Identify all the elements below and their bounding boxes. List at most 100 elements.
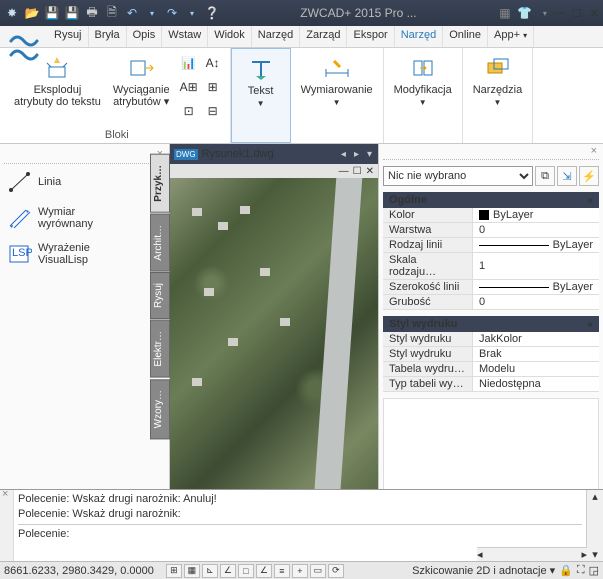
prop-warstwa[interactable]: Warstwa0 <box>383 223 599 238</box>
doc-menu-icon[interactable]: ▾ <box>365 149 374 160</box>
undo-icon[interactable]: ↶ <box>124 5 140 21</box>
props-btn-3[interactable]: ⚡ <box>579 166 599 186</box>
tab-opis[interactable]: Opis <box>127 26 163 47</box>
prop-styl-1[interactable]: Styl wydrukuJakKolor <box>383 332 599 347</box>
dimension-icon <box>321 54 353 82</box>
tab-ekspor[interactable]: Ekspor <box>347 26 394 47</box>
palette-item-linia[interactable]: Linia <box>4 164 165 200</box>
vtab-przyk[interactable]: Przyk… <box>150 154 170 213</box>
prop-tabela[interactable]: Tabela wydru…Modelu <box>383 362 599 377</box>
tab-widok[interactable]: Widok <box>208 26 252 47</box>
model-viewport[interactable] <box>170 178 378 529</box>
ribbon-tabs: Rysuj Bryła Opis Wstaw Widok Narzęd Zarz… <box>0 26 603 48</box>
maximize-button[interactable]: ☐ <box>572 7 582 20</box>
print-icon[interactable]: 🖶 <box>84 5 100 21</box>
palette-item-wymiar[interactable]: Wymiar wyrównany <box>4 200 165 236</box>
drawing-window: DWG Rysunek1.dwg ◂ ▸ ▾ — ☐ ✕ |◂ ◂ ▸ ▸| M… <box>170 144 378 547</box>
cycle-toggle[interactable]: ⟳ <box>328 564 344 578</box>
status-lock-icon[interactable]: 🔒 <box>559 564 573 577</box>
lisp-icon: LSP <box>8 242 32 266</box>
vtab-archit[interactable]: Archit… <box>150 214 170 272</box>
prop-typ-tabeli[interactable]: Typ tabeli wy…Niedostępna <box>383 377 599 392</box>
prop-grubosc[interactable]: Grubość0 <box>383 295 599 310</box>
props-close-icon[interactable]: × <box>591 145 597 157</box>
qdrop2-icon[interactable]: ▾ <box>184 5 200 21</box>
ribbon-panel-modyfikacja[interactable]: Modyfikacja▼ <box>384 48 463 143</box>
workspace-switcher[interactable]: Szkicowanie 2D i adnotacje ▾ <box>412 564 555 577</box>
command-line[interactable]: × Polecenie: Wskaż drugi narożnik: Anulu… <box>0 489 603 561</box>
save-icon[interactable]: 💾 <box>44 5 60 21</box>
sico-2[interactable]: A↕ <box>202 52 224 74</box>
doc-max-icon[interactable]: ☐ <box>353 166 362 177</box>
cmd-handle[interactable]: × <box>0 490 14 561</box>
selection-dropdown[interactable]: Nic nie wybrano <box>383 166 533 186</box>
status-expand-icon[interactable]: ⛶ <box>577 564 585 577</box>
ribbon-panel-narzedzia[interactable]: Narzędzia▼ <box>463 48 534 143</box>
doc-min-icon[interactable]: — <box>339 166 349 177</box>
palette-item-visuallisp[interactable]: LSP Wyrażenie VisualLisp <box>4 236 165 272</box>
ribbon-panel-tekst[interactable]: Tekst▼ <box>231 48 291 143</box>
tab-bryla[interactable]: Bryła <box>89 26 127 47</box>
dwg-icon: DWG <box>174 149 198 160</box>
minimize-button[interactable]: — <box>553 7 564 20</box>
model-toggle[interactable]: ▭ <box>310 564 326 578</box>
doc-close-icon[interactable]: ✕ <box>366 166 374 177</box>
preview-icon[interactable]: 🗎 <box>104 5 120 21</box>
prop-kolor[interactable]: KolorByLayer <box>383 208 599 223</box>
tab-online[interactable]: Online <box>443 26 488 47</box>
prop-szerokosc[interactable]: Szerokość liniiByLayer <box>383 280 599 295</box>
tab-appplus[interactable]: App+ ▾ <box>488 26 534 47</box>
chevron-up-icon: « <box>587 195 593 206</box>
sico-3[interactable]: A⊞ <box>178 76 200 98</box>
osnap-toggle[interactable]: □ <box>238 564 254 578</box>
tab-narzed2[interactable]: Narzęd <box>395 26 443 47</box>
ortho-toggle[interactable]: ⊾ <box>202 564 218 578</box>
qdrop-icon[interactable]: ▾ <box>144 5 160 21</box>
polar-toggle[interactable]: ∠ <box>220 564 236 578</box>
vtab-elektr[interactable]: Elektr… <box>150 320 170 378</box>
vtab-wzory[interactable]: Wzory… <box>150 379 170 439</box>
cmd-vscroll[interactable]: ▴▾ <box>587 490 603 561</box>
dyn-toggle[interactable]: + <box>292 564 308 578</box>
tools-icon <box>481 54 513 82</box>
props-btn-2[interactable]: ⇲ <box>557 166 577 186</box>
close-button[interactable]: ✕ <box>590 7 599 20</box>
ribbon-panel-wymiarowanie[interactable]: Wymiarowanie▼ <box>291 48 384 143</box>
snap-toggle[interactable]: ⊞ <box>166 564 182 578</box>
tab-wstaw[interactable]: Wstaw <box>162 26 208 47</box>
sico-4[interactable]: ⊞ <box>202 76 224 98</box>
group-styl-wydruku[interactable]: Styl wydruku« <box>383 316 599 332</box>
prop-styl-2[interactable]: Styl wydrukuBrak <box>383 347 599 362</box>
extract-attributes-button[interactable]: Wyciąganie atrybutów ▾ <box>109 52 174 110</box>
grid-toggle[interactable]: ▦ <box>184 564 200 578</box>
vtab-rysuj[interactable]: Rysuj <box>150 272 170 319</box>
lwt-toggle[interactable]: ≡ <box>274 564 290 578</box>
explode-label: Eksploduj atrybuty do tekstu <box>14 84 101 108</box>
tab-narzed1[interactable]: Narzęd <box>252 26 300 47</box>
sico-6[interactable]: ⊟ <box>202 100 224 122</box>
cmd-prompt[interactable]: Polecenie: <box>18 527 582 542</box>
group-ogolne[interactable]: Ogólne« <box>383 192 599 208</box>
otrack-toggle[interactable]: ∠ <box>256 564 272 578</box>
sico-5[interactable]: ⊡ <box>178 100 200 122</box>
saveall-icon[interactable]: 💾 <box>64 5 80 21</box>
status-tray-icon[interactable]: ◲ <box>589 564 599 577</box>
doc-next-icon[interactable]: ▸ <box>352 149 361 160</box>
prop-skala[interactable]: Skala rodzaju…1 <box>383 253 599 280</box>
prop-rodzaj-linii[interactable]: Rodzaj liniiByLayer <box>383 238 599 253</box>
tab-rysuj[interactable]: Rysuj <box>48 26 89 47</box>
redo-icon[interactable]: ↷ <box>164 5 180 21</box>
props-btn-1[interactable]: ⧉ <box>535 166 555 186</box>
extract-icon <box>125 54 157 82</box>
tab-zarzad[interactable]: Zarząd <box>300 26 347 47</box>
tdrop-icon[interactable]: ▾ <box>537 5 553 21</box>
new-icon[interactable]: ✸ <box>4 5 20 21</box>
grid-icon[interactable]: ▦ <box>497 5 513 21</box>
doc-prev-icon[interactable]: ◂ <box>339 149 348 160</box>
help-icon[interactable]: ❔ <box>204 5 220 21</box>
open-icon[interactable]: 📂 <box>24 5 40 21</box>
shirt-icon[interactable]: 👕 <box>517 5 533 21</box>
sico-1[interactable]: 📊 <box>178 52 200 74</box>
extract-label: Wyciąganie atrybutów ▾ <box>113 84 170 108</box>
cmd-hscroll[interactable]: ◂▸ <box>477 547 587 561</box>
